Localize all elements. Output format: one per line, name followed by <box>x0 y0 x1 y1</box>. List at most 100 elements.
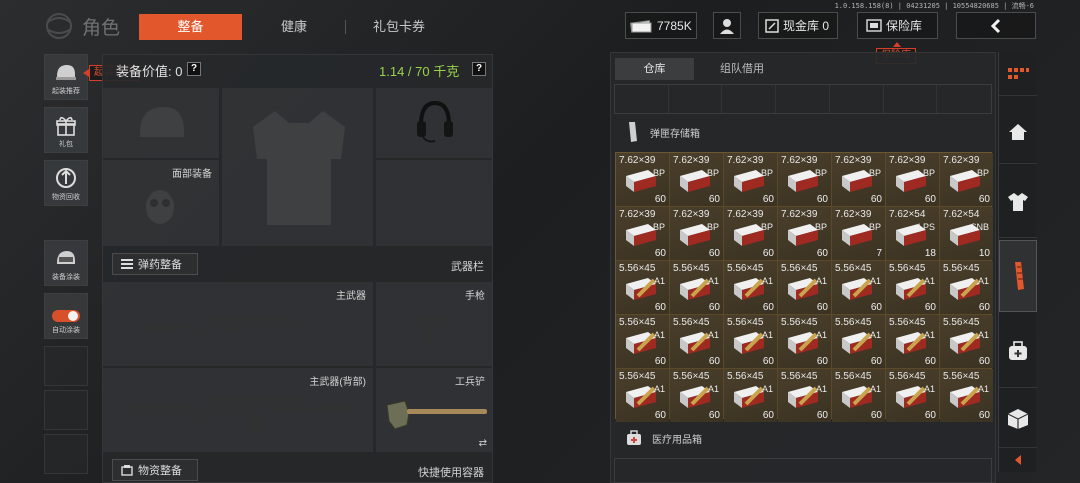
sidebar-item-loadout-recommend[interactable]: 起装推荐 <box>44 54 88 100</box>
ammo-item-cell[interactable]: 5.56×45 A1 60 <box>886 261 939 314</box>
ammo-item-cell[interactable]: 7.62×39 BP 60 <box>670 153 723 206</box>
ammo-item-cell[interactable]: 5.56×45 A1 60 <box>724 261 777 314</box>
tab-gift-coupons[interactable]: 礼包卡券 <box>355 14 443 40</box>
ammo-box-header[interactable]: 弹匣存储箱 <box>624 121 700 143</box>
ammo-box-icon <box>896 332 926 354</box>
currency-display[interactable]: 7785K <box>625 12 697 39</box>
rail-clothing[interactable] <box>999 166 1037 238</box>
ammo-item-cell[interactable]: 5.56×45 A1 60 <box>940 315 993 368</box>
ammo-item-cell[interactable]: 5.56×45 A1 60 <box>832 261 885 314</box>
primary-weapon-slot[interactable]: 主武器 <box>103 282 373 366</box>
ammo-type: A1 <box>869 330 881 340</box>
sidebar-item-gift[interactable]: 礼包 <box>44 107 88 153</box>
ammo-item-cell[interactable]: 5.56×45 A1 60 <box>724 369 777 422</box>
rail-ammo[interactable] <box>999 240 1037 312</box>
ammo-item-cell[interactable]: 7.62×39 BP 60 <box>886 153 939 206</box>
ammo-item-cell[interactable]: 5.56×45 A1 60 <box>778 369 831 422</box>
ammo-item-cell[interactable]: 7.62×39 BP 60 <box>778 153 831 206</box>
helmet-slot[interactable] <box>103 88 219 158</box>
sidebar-item-equipment-paint[interactable]: 装备涂装 <box>44 240 88 286</box>
backpack-slot[interactable] <box>376 160 492 246</box>
headset-slot[interactable] <box>376 88 492 158</box>
ammo-item-cell[interactable]: 5.56×45 A1 60 <box>670 261 723 314</box>
ammo-type: SNB <box>970 222 989 232</box>
ammo-caliber: 5.56×45 <box>781 371 818 382</box>
ammo-count: 60 <box>816 194 828 205</box>
ammo-item-cell[interactable]: 7.62×39 BP 60 <box>940 153 993 206</box>
ammo-caliber: 7.62×39 <box>727 155 764 166</box>
weight-help-button[interactable]: ? <box>472 62 486 76</box>
toggle-icon[interactable] <box>51 309 81 323</box>
ammo-prep-button[interactable]: 弹药整备 <box>112 253 198 275</box>
ammo-item-cell[interactable]: 5.56×45 A1 60 <box>886 315 939 368</box>
ammo-item-cell[interactable]: 7.62×39 BP 60 <box>724 153 777 206</box>
pistol-slot[interactable]: 手枪 <box>376 282 492 366</box>
ammo-item-cell[interactable]: 5.56×45 A1 60 <box>616 261 669 314</box>
supplies-prep-button[interactable]: 物资整备 <box>112 459 198 481</box>
ammo-item-cell[interactable]: 5.56×45 A1 60 <box>832 369 885 422</box>
body-armor-slot[interactable] <box>222 88 373 246</box>
quick-use-container-label: 快捷使用容器 <box>418 467 484 479</box>
rail-home[interactable] <box>999 100 1037 164</box>
value-help-button[interactable]: ? <box>187 62 201 76</box>
profile-button[interactable] <box>713 12 741 39</box>
ammo-count: 60 <box>708 302 720 313</box>
ammo-item-cell[interactable]: 5.56×45 A1 60 <box>724 315 777 368</box>
ammo-count: 18 <box>924 248 936 259</box>
paint-helmet-icon <box>57 251 75 264</box>
cash-vault-button[interactable]: 现金库 0 <box>758 12 838 39</box>
rail-filter-button[interactable] <box>999 52 1037 96</box>
face-gear-slot[interactable]: 面部装备 <box>103 160 219 246</box>
tab-team-borrow[interactable]: 组队借用 <box>702 58 782 80</box>
tab-warehouse[interactable]: 仓库 <box>615 58 694 80</box>
medical-box-header[interactable]: 医疗用品箱 <box>626 430 702 446</box>
ammo-count: 60 <box>654 248 666 259</box>
medkit-icon <box>1009 340 1027 360</box>
ammo-item-cell[interactable]: 7.62×54 SNB 10 <box>940 207 993 260</box>
ammo-item-cell[interactable]: 5.56×45 A1 60 <box>940 369 993 422</box>
ammo-item-cell[interactable]: 5.56×45 A1 60 <box>832 315 885 368</box>
tab-equip[interactable]: 整备 <box>139 14 242 40</box>
rail-collapse-button[interactable] <box>999 448 1037 472</box>
ammo-item-cell[interactable]: 5.56×45 A1 60 <box>670 369 723 422</box>
safe-box-button[interactable]: 保险库 <box>857 12 938 39</box>
ammo-item-cell[interactable]: 7.62×39 BP 60 <box>616 207 669 260</box>
ammo-item-cell[interactable]: 5.56×45 A1 60 <box>616 369 669 422</box>
ammo-item-cell[interactable]: 5.56×45 A1 60 <box>616 315 669 368</box>
ammo-item-cell[interactable]: 5.56×45 A1 60 <box>778 315 831 368</box>
rail-medical[interactable] <box>999 314 1037 388</box>
primary-weapon-back-slot[interactable]: 主武器(背部) <box>103 368 373 452</box>
headset-icon <box>417 100 453 143</box>
ammo-item-cell[interactable]: 7.62×39 BP 60 <box>832 153 885 206</box>
tab-health[interactable]: 健康 <box>258 14 330 40</box>
ammo-caliber: 5.56×45 <box>673 371 710 382</box>
sidebar-item-auto-paint[interactable]: 自动涂装 <box>44 293 88 339</box>
swap-icon[interactable]: ⇄ <box>479 438 487 449</box>
sidebar-label: 礼包 <box>59 141 73 148</box>
ammo-count: 60 <box>816 356 828 367</box>
ammo-count: 60 <box>654 356 666 367</box>
ammo-item-cell[interactable]: 5.56×45 A1 60 <box>886 369 939 422</box>
ammo-item-cell[interactable]: 7.62×39 BP 7 <box>832 207 885 260</box>
shovel-slot[interactable]: 工兵铲 ⇄ <box>376 368 492 452</box>
ammo-item-cell[interactable]: 7.62×54 LPS 18 <box>886 207 939 260</box>
ammo-item-cell[interactable]: 7.62×39 BP 60 <box>670 207 723 260</box>
vest-placeholder-icon <box>253 111 345 225</box>
ammo-caliber: 5.56×45 <box>943 263 980 274</box>
ammo-type: BP <box>814 222 827 232</box>
ammo-item-cell[interactable]: 7.62×39 BP 60 <box>778 207 831 260</box>
back-button[interactable] <box>956 12 1036 39</box>
sidebar-item-recycle[interactable]: 物资回收 <box>44 160 88 206</box>
ammo-count: 10 <box>978 248 990 259</box>
medical-storage-row <box>614 458 992 483</box>
ammo-item-cell[interactable]: 7.62×39 BP 60 <box>724 207 777 260</box>
ammo-caliber: 5.56×45 <box>619 317 656 328</box>
ammo-item-cell[interactable]: 5.56×45 A1 60 <box>940 261 993 314</box>
ammo-type: A1 <box>977 330 989 340</box>
ammo-item-cell[interactable]: 7.62×39 BP 60 <box>616 153 669 206</box>
ammo-box-icon <box>950 278 980 300</box>
ammo-item-cell[interactable]: 5.56×45 A1 60 <box>670 315 723 368</box>
rail-misc[interactable] <box>999 390 1037 448</box>
ammo-caliber: 7.62×39 <box>619 155 656 166</box>
ammo-item-cell[interactable]: 5.56×45 A1 60 <box>778 261 831 314</box>
